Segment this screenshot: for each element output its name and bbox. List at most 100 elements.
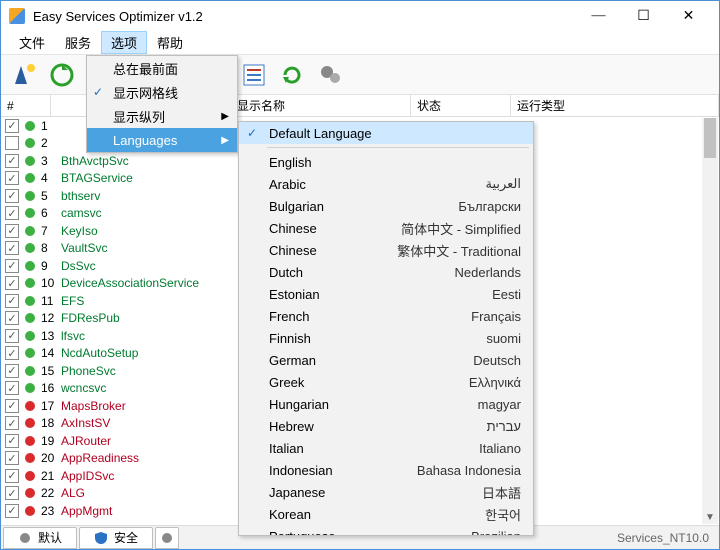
menu-file[interactable]: 文件: [9, 31, 55, 54]
lang-item[interactable]: Japanese日本語: [239, 481, 533, 503]
service-name: wcncsvc: [61, 381, 106, 395]
close-button[interactable]: ✕: [666, 1, 711, 31]
row-checkbox[interactable]: [5, 189, 19, 203]
scroll-thumb[interactable]: [704, 118, 716, 158]
row-checkbox[interactable]: [5, 119, 19, 133]
menu-options[interactable]: 选项: [101, 31, 147, 54]
row-checkbox[interactable]: [5, 416, 19, 430]
lang-item[interactable]: DutchNederlands: [239, 261, 533, 283]
lang-native: Ελληνικά: [469, 375, 521, 390]
lang-label: Italian: [269, 441, 304, 456]
menubar: 文件 服务 选项 帮助: [1, 31, 719, 55]
service-name: camsvc: [61, 206, 102, 220]
row-checkbox[interactable]: [5, 154, 19, 168]
scroll-down-icon[interactable]: ▼: [702, 509, 718, 525]
lang-label: Dutch: [269, 265, 303, 280]
row-checkbox[interactable]: [5, 241, 19, 255]
option-show-columns[interactable]: 显示纵列▶: [87, 104, 237, 128]
lang-native: Français: [471, 309, 521, 324]
row-checkbox[interactable]: [5, 381, 19, 395]
window-title: Easy Services Optimizer v1.2: [33, 9, 576, 24]
row-checkbox[interactable]: [5, 311, 19, 325]
menu-separator: [267, 147, 529, 148]
option-show-gridlines[interactable]: ✓显示网格线: [87, 80, 237, 104]
menu-help[interactable]: 帮助: [147, 31, 193, 54]
row-checkbox[interactable]: [5, 136, 19, 150]
lang-item[interactable]: IndonesianBahasa Indonesia: [239, 459, 533, 481]
row-checkbox[interactable]: [5, 329, 19, 343]
row-checkbox[interactable]: [5, 294, 19, 308]
row-checkbox[interactable]: [5, 224, 19, 238]
toolbar-refresh-icon[interactable]: [275, 58, 309, 92]
lang-item[interactable]: BulgarianБългарски: [239, 195, 533, 217]
toolbar-restore-icon[interactable]: [45, 58, 79, 92]
lang-native: suomi: [486, 331, 521, 346]
titlebar: Easy Services Optimizer v1.2 ― ☐ ✕: [1, 1, 719, 31]
service-name: KeyIso: [61, 224, 98, 238]
toolbar-settings-icon[interactable]: [313, 58, 347, 92]
row-number: 6: [41, 206, 61, 220]
lang-item[interactable]: Arabicالعربية: [239, 173, 533, 195]
toolbar-apply-icon[interactable]: [7, 58, 41, 92]
header-num[interactable]: #: [1, 95, 51, 116]
status-tab-safe[interactable]: 安全: [79, 527, 153, 549]
row-checkbox[interactable]: [5, 451, 19, 465]
header-display-name[interactable]: 显示名称: [231, 95, 411, 116]
maximize-button[interactable]: ☐: [621, 1, 666, 31]
lang-default[interactable]: ✓Default Language: [239, 122, 533, 144]
header-startup-type[interactable]: 运行类型: [511, 95, 719, 116]
lang-item[interactable]: GermanDeutsch: [239, 349, 533, 371]
service-name: FDResPub: [61, 311, 120, 325]
lang-label: Greek: [269, 375, 304, 390]
lang-native: Bahasa Indonesia: [417, 463, 521, 478]
row-number: 19: [41, 434, 61, 448]
status-tab-default[interactable]: 默认: [3, 527, 77, 549]
row-number: 18: [41, 416, 61, 430]
row-checkbox[interactable]: [5, 399, 19, 413]
row-checkbox[interactable]: [5, 504, 19, 518]
row-checkbox[interactable]: [5, 364, 19, 378]
row-checkbox[interactable]: [5, 434, 19, 448]
lang-item[interactable]: Hungarianmagyar: [239, 393, 533, 415]
status-tab-settings[interactable]: [155, 527, 179, 549]
lang-item[interactable]: Greek Ελληνικά: [239, 371, 533, 393]
lang-native: Brazilian: [471, 529, 521, 537]
row-checkbox[interactable]: [5, 469, 19, 483]
option-always-on-top[interactable]: 总在最前面: [87, 56, 237, 80]
lang-item[interactable]: Korean한국어: [239, 503, 533, 525]
minimize-button[interactable]: ―: [576, 1, 621, 31]
toolbar-list-icon[interactable]: [237, 58, 271, 92]
row-checkbox[interactable]: [5, 171, 19, 185]
lang-item[interactable]: Chinese简体中文 - Simplified: [239, 217, 533, 239]
status-dot-icon: [25, 453, 35, 463]
option-languages[interactable]: Languages▶: [87, 128, 237, 152]
row-checkbox[interactable]: [5, 486, 19, 500]
service-name: MapsBroker: [61, 399, 126, 413]
row-number: 20: [41, 451, 61, 465]
service-name: DeviceAssociationService: [61, 276, 199, 290]
row-checkbox[interactable]: [5, 259, 19, 273]
lang-item[interactable]: Hebrewעברית: [239, 415, 533, 437]
row-checkbox[interactable]: [5, 206, 19, 220]
lang-item[interactable]: English: [239, 151, 533, 173]
row-checkbox[interactable]: [5, 346, 19, 360]
lang-native: Deutsch: [473, 353, 521, 368]
row-number: 21: [41, 469, 61, 483]
row-number: 3: [41, 154, 61, 168]
service-name: ALG: [61, 486, 85, 500]
row-number: 16: [41, 381, 61, 395]
row-number: 15: [41, 364, 61, 378]
lang-item[interactable]: Finnishsuomi: [239, 327, 533, 349]
row-checkbox[interactable]: [5, 276, 19, 290]
service-name: bthserv: [61, 189, 100, 203]
lang-item[interactable]: PortugueseBrazilian: [239, 525, 533, 536]
lang-item[interactable]: FrenchFrançais: [239, 305, 533, 327]
header-status[interactable]: 状态: [411, 95, 511, 116]
lang-item[interactable]: Chinese繁体中文 - Traditional: [239, 239, 533, 261]
menu-services[interactable]: 服务: [55, 31, 101, 54]
check-icon: ✓: [93, 85, 103, 99]
row-number: 8: [41, 241, 61, 255]
lang-item[interactable]: ItalianItaliano: [239, 437, 533, 459]
vertical-scrollbar[interactable]: ▲ ▼: [702, 118, 718, 524]
lang-item[interactable]: EstonianEesti: [239, 283, 533, 305]
